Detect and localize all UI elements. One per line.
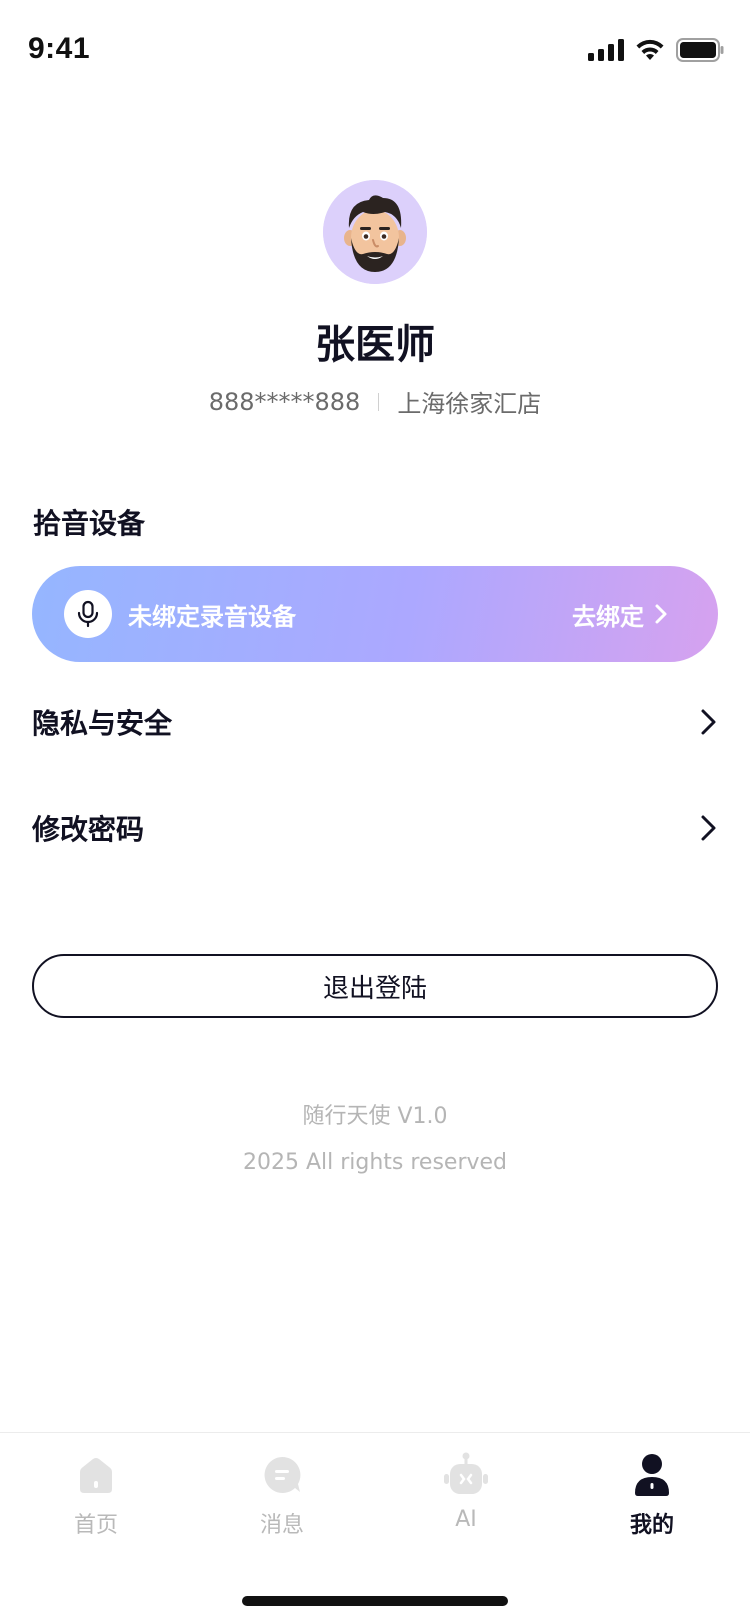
status-time: 9:41 [28, 32, 91, 65]
tab-home-label: 首页 [73, 1513, 118, 1538]
robot-icon [442, 1451, 490, 1499]
tab-ai-label: AI [455, 1507, 477, 1532]
home-indicator[interactable] [242, 1596, 508, 1606]
app-version: 随行天使 V1.0 [302, 1104, 448, 1129]
tab-messages[interactable]: 消息 [222, 1433, 342, 1563]
tab-ai[interactable]: AI [406, 1433, 526, 1563]
copyright-text: 2025 All rights reserved [242, 1150, 508, 1175]
tab-profile-label: 我的 [629, 1513, 674, 1538]
menu-item-password[interactable]: 修改密码 [32, 798, 718, 858]
message-icon [261, 1451, 303, 1499]
menu-item-privacy-label: 隐私与安全 [32, 707, 173, 740]
microphone-icon [77, 600, 99, 628]
user-meta: 888*****888 上海徐家汇店 [0, 384, 750, 419]
microphone-badge [64, 590, 112, 638]
status-bar: 9:41 [0, 0, 750, 100]
wifi-icon [636, 39, 664, 60]
cellular-signal-icon [588, 39, 624, 61]
device-status-text: 未绑定录音设备 [128, 602, 296, 631]
device-section-title: 拾音设备 [33, 507, 146, 540]
status-icons [588, 38, 724, 62]
logout-button[interactable]: 退出登陆 [32, 954, 718, 1018]
menu-item-password-label: 修改密码 [32, 813, 145, 846]
user-phone: 888*****888 [208, 387, 361, 416]
avatar[interactable] [323, 180, 427, 284]
chevron-right-icon [701, 815, 716, 841]
user-icon [632, 1451, 672, 1499]
tab-profile[interactable]: 我的 [592, 1433, 712, 1563]
avatar-image [323, 180, 427, 284]
tab-home[interactable]: 首页 [36, 1433, 156, 1563]
battery-icon [676, 38, 724, 62]
home-icon [74, 1451, 118, 1499]
meta-divider [378, 392, 380, 411]
user-name: 张医师 [315, 322, 435, 368]
profile-page: 9:41 张医师 888*****888 上海徐家汇店 拾音设备 未绑定录音设备… [0, 0, 750, 1624]
bind-device-button[interactable]: 去绑定 [572, 566, 668, 662]
chevron-right-icon [701, 709, 716, 735]
tab-messages-label: 消息 [259, 1513, 304, 1538]
menu-item-privacy[interactable]: 隐私与安全 [32, 692, 718, 752]
user-store: 上海徐家汇店 [397, 390, 542, 418]
bind-device-card[interactable]: 未绑定录音设备 去绑定 [32, 566, 718, 662]
bind-device-label: 去绑定 [572, 602, 644, 631]
chevron-right-icon [655, 604, 667, 624]
